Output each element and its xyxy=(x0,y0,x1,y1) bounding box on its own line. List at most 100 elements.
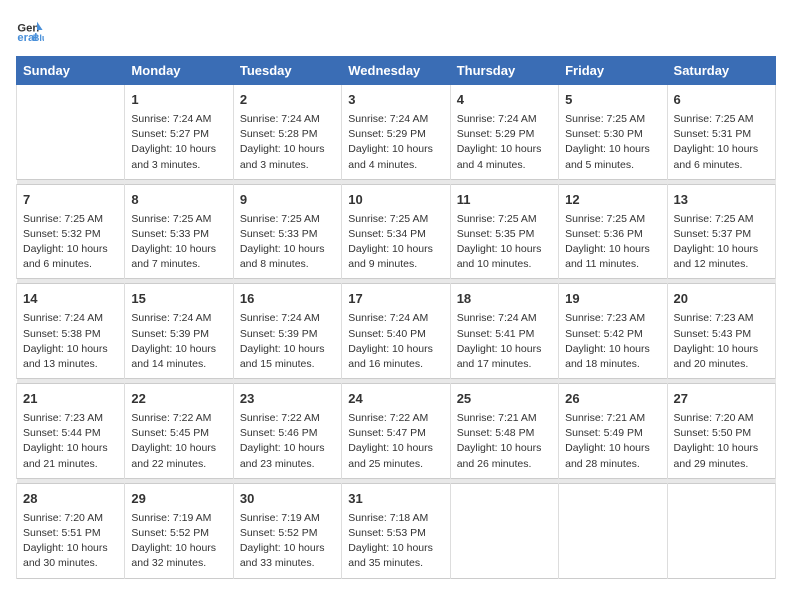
header-sunday: Sunday xyxy=(17,57,125,85)
page-header: Gen eral Blue xyxy=(16,16,776,44)
day-number: 27 xyxy=(674,390,769,409)
day-info: Sunrise: 7:25 AMSunset: 5:33 PMDaylight:… xyxy=(131,212,226,273)
day-info: Sunrise: 7:20 AMSunset: 5:50 PMDaylight:… xyxy=(674,411,769,472)
day-number: 13 xyxy=(674,191,769,210)
day-number: 6 xyxy=(674,91,769,110)
day-number: 1 xyxy=(131,91,226,110)
day-info: Sunrise: 7:18 AMSunset: 5:53 PMDaylight:… xyxy=(348,511,443,572)
header-monday: Monday xyxy=(125,57,233,85)
calendar-cell: 8 Sunrise: 7:25 AMSunset: 5:33 PMDaylight… xyxy=(125,184,233,279)
day-info: Sunrise: 7:22 AMSunset: 5:46 PMDaylight:… xyxy=(240,411,335,472)
week-row-2: 7 Sunrise: 7:25 AMSunset: 5:32 PMDaylight… xyxy=(17,184,776,279)
day-info: Sunrise: 7:24 AMSunset: 5:38 PMDaylight:… xyxy=(23,311,118,372)
header-thursday: Thursday xyxy=(450,57,558,85)
calendar-cell: 28Sunrise: 7:20 AMSunset: 5:51 PMDayligh… xyxy=(17,483,125,578)
calendar-cell: 31 Sunrise: 7:18 AMSunset: 5:53 PMDayligh… xyxy=(342,483,450,578)
week-row-4: 21 Sunrise: 7:23 AMSunset: 5:44 PMDayligh… xyxy=(17,384,776,479)
day-number: 15 xyxy=(131,290,226,309)
day-info: Sunrise: 7:25 AMSunset: 5:36 PMDaylight:… xyxy=(565,212,660,273)
day-number: 2 xyxy=(240,91,335,110)
calendar-cell xyxy=(17,85,125,180)
calendar-cell: 29 Sunrise: 7:19 AMSunset: 5:52 PMDayligh… xyxy=(125,483,233,578)
day-number: 14 xyxy=(23,290,118,309)
day-info: Sunrise: 7:25 AMSunset: 5:30 PMDaylight:… xyxy=(565,112,660,173)
header-saturday: Saturday xyxy=(667,57,775,85)
calendar-cell: 14 Sunrise: 7:24 AMSunset: 5:38 PMDayligh… xyxy=(17,284,125,379)
calendar-cell: 12 Sunrise: 7:25 AMSunset: 5:36 PMDayligh… xyxy=(559,184,667,279)
day-info: Sunrise: 7:22 AMSunset: 5:45 PMDaylight:… xyxy=(131,411,226,472)
day-info: Sunrise: 7:19 AMSunset: 5:52 PMDaylight:… xyxy=(131,511,226,572)
day-info: Sunrise: 7:24 AMSunset: 5:40 PMDaylight:… xyxy=(348,311,443,372)
day-number: 31 xyxy=(348,490,443,509)
day-info: Sunrise: 7:25 AMSunset: 5:33 PMDaylight:… xyxy=(240,212,335,273)
day-info: Sunrise: 7:21 AMSunset: 5:48 PMDaylight:… xyxy=(457,411,552,472)
day-info: Sunrise: 7:24 AMSunset: 5:29 PMDaylight:… xyxy=(348,112,443,173)
day-number: 4 xyxy=(457,91,552,110)
calendar-cell xyxy=(450,483,558,578)
calendar-cell: 4 Sunrise: 7:24 AMSunset: 5:29 PMDaylight… xyxy=(450,85,558,180)
calendar-cell xyxy=(559,483,667,578)
day-number: 8 xyxy=(131,191,226,210)
calendar-cell: 6 Sunrise: 7:25 AMSunset: 5:31 PMDaylight… xyxy=(667,85,775,180)
day-number: 22 xyxy=(131,390,226,409)
calendar-cell: 7 Sunrise: 7:25 AMSunset: 5:32 PMDaylight… xyxy=(17,184,125,279)
day-number: 5 xyxy=(565,91,660,110)
calendar-cell: 24 Sunrise: 7:22 AMSunset: 5:47 PMDayligh… xyxy=(342,384,450,479)
day-number: 23 xyxy=(240,390,335,409)
calendar-cell: 18Sunrise: 7:24 AMSunset: 5:41 PMDayligh… xyxy=(450,284,558,379)
day-number: 11 xyxy=(457,191,552,210)
day-info: Sunrise: 7:21 AMSunset: 5:49 PMDaylight:… xyxy=(565,411,660,472)
calendar-cell: 11 Sunrise: 7:25 AMSunset: 5:35 PMDayligh… xyxy=(450,184,558,279)
day-info: Sunrise: 7:25 AMSunset: 5:34 PMDaylight:… xyxy=(348,212,443,273)
day-number: 28 xyxy=(23,490,118,509)
calendar-header-row: SundayMondayTuesdayWednesdayThursdayFrid… xyxy=(17,57,776,85)
calendar-cell: 17 Sunrise: 7:24 AMSunset: 5:40 PMDayligh… xyxy=(342,284,450,379)
calendar-cell: 9Sunrise: 7:25 AMSunset: 5:33 PMDaylight… xyxy=(233,184,341,279)
day-info: Sunrise: 7:23 AMSunset: 5:44 PMDaylight:… xyxy=(23,411,118,472)
day-info: Sunrise: 7:24 AMSunset: 5:39 PMDaylight:… xyxy=(131,311,226,372)
day-info: Sunrise: 7:24 AMSunset: 5:39 PMDaylight:… xyxy=(240,311,335,372)
calendar-cell: 13 Sunrise: 7:25 AMSunset: 5:37 PMDayligh… xyxy=(667,184,775,279)
week-row-1: 1 Sunrise: 7:24 AMSunset: 5:27 PMDaylight… xyxy=(17,85,776,180)
day-number: 24 xyxy=(348,390,443,409)
calendar-cell: 26Sunrise: 7:21 AMSunset: 5:49 PMDayligh… xyxy=(559,384,667,479)
calendar-cell: 16 Sunrise: 7:24 AMSunset: 5:39 PMDayligh… xyxy=(233,284,341,379)
calendar-cell: 10 Sunrise: 7:25 AMSunset: 5:34 PMDayligh… xyxy=(342,184,450,279)
day-info: Sunrise: 7:25 AMSunset: 5:32 PMDaylight:… xyxy=(23,212,118,273)
day-info: Sunrise: 7:24 AMSunset: 5:41 PMDaylight:… xyxy=(457,311,552,372)
calendar-cell: 30 Sunrise: 7:19 AMSunset: 5:52 PMDayligh… xyxy=(233,483,341,578)
day-info: Sunrise: 7:25 AMSunset: 5:31 PMDaylight:… xyxy=(674,112,769,173)
day-number: 10 xyxy=(348,191,443,210)
calendar-cell: 25 Sunrise: 7:21 AMSunset: 5:48 PMDayligh… xyxy=(450,384,558,479)
day-number: 30 xyxy=(240,490,335,509)
header-friday: Friday xyxy=(559,57,667,85)
calendar-cell: 27 Sunrise: 7:20 AMSunset: 5:50 PMDayligh… xyxy=(667,384,775,479)
svg-text:Blue: Blue xyxy=(33,33,44,43)
week-row-5: 28Sunrise: 7:20 AMSunset: 5:51 PMDayligh… xyxy=(17,483,776,578)
calendar-cell: 15 Sunrise: 7:24 AMSunset: 5:39 PMDayligh… xyxy=(125,284,233,379)
calendar-cell xyxy=(667,483,775,578)
day-number: 12 xyxy=(565,191,660,210)
day-info: Sunrise: 7:25 AMSunset: 5:37 PMDaylight:… xyxy=(674,212,769,273)
day-info: Sunrise: 7:24 AMSunset: 5:29 PMDaylight:… xyxy=(457,112,552,173)
day-number: 16 xyxy=(240,290,335,309)
day-number: 17 xyxy=(348,290,443,309)
calendar-cell: 20Sunrise: 7:23 AMSunset: 5:43 PMDayligh… xyxy=(667,284,775,379)
day-info: Sunrise: 7:23 AMSunset: 5:42 PMDaylight:… xyxy=(565,311,660,372)
logo: Gen eral Blue xyxy=(16,16,48,44)
calendar-cell: 21 Sunrise: 7:23 AMSunset: 5:44 PMDayligh… xyxy=(17,384,125,479)
day-number: 29 xyxy=(131,490,226,509)
day-info: Sunrise: 7:24 AMSunset: 5:28 PMDaylight:… xyxy=(240,112,335,173)
day-number: 7 xyxy=(23,191,118,210)
day-info: Sunrise: 7:19 AMSunset: 5:52 PMDaylight:… xyxy=(240,511,335,572)
day-number: 25 xyxy=(457,390,552,409)
header-wednesday: Wednesday xyxy=(342,57,450,85)
week-row-3: 14 Sunrise: 7:24 AMSunset: 5:38 PMDayligh… xyxy=(17,284,776,379)
day-info: Sunrise: 7:22 AMSunset: 5:47 PMDaylight:… xyxy=(348,411,443,472)
day-info: Sunrise: 7:25 AMSunset: 5:35 PMDaylight:… xyxy=(457,212,552,273)
day-info: Sunrise: 7:24 AMSunset: 5:27 PMDaylight:… xyxy=(131,112,226,173)
calendar-cell: 22 Sunrise: 7:22 AMSunset: 5:45 PMDayligh… xyxy=(125,384,233,479)
day-number: 21 xyxy=(23,390,118,409)
day-number: 3 xyxy=(348,91,443,110)
logo-icon: Gen eral Blue xyxy=(16,16,44,44)
